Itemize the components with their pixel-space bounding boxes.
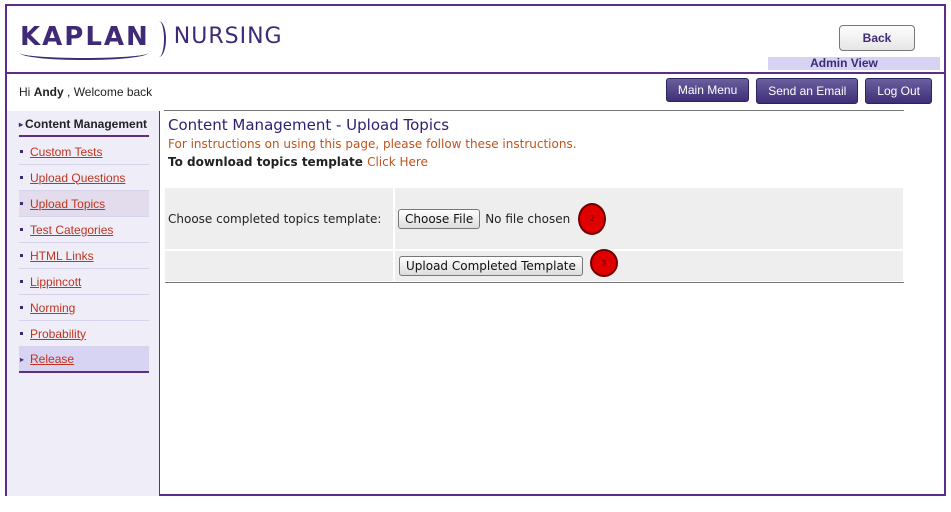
log-out-button[interactable]: Log Out <box>865 78 932 104</box>
logo-kaplan-text: KAPLAN <box>20 22 150 60</box>
sidebar-link-norming[interactable]: Norming <box>30 301 75 315</box>
upload-button-cell: Upload Completed Template 3 <box>395 249 903 281</box>
kaplan-nursing-logo: KAPLAN NURSING <box>20 16 283 62</box>
bullet-icon <box>20 254 23 257</box>
sidebar-link-release[interactable]: Release <box>30 352 74 366</box>
bullet-icon <box>20 202 23 205</box>
header-divider <box>7 72 944 74</box>
sidebar-item-upload-topics[interactable]: Upload Topics <box>19 191 149 217</box>
bullet-icon <box>20 280 23 283</box>
send-email-button[interactable]: Send an Email <box>756 78 859 104</box>
sidebar-link-custom-tests[interactable]: Custom Tests <box>30 145 102 159</box>
annotation-marker: 3 <box>589 249 618 277</box>
logo-swoosh <box>20 46 148 60</box>
sidebar-item-lippincott[interactable]: Lippincott <box>19 269 149 295</box>
choose-template-label: Choose completed topics template: <box>165 188 393 249</box>
file-input-cell: Choose File No file chosen 2 <box>395 188 903 249</box>
file-status-text: No file chosen <box>485 211 571 226</box>
sidebar-item-html-links[interactable]: HTML Links <box>19 243 149 269</box>
sidebar-link-upload-questions[interactable]: Upload Questions <box>30 171 125 185</box>
sidebar-link-lippincott[interactable]: Lippincott <box>30 275 81 289</box>
sidebar-link-html-links[interactable]: HTML Links <box>30 249 94 263</box>
sidebar-item-custom-tests[interactable]: Custom Tests <box>19 139 149 165</box>
download-template-line: To download topics template Click Here <box>168 155 428 169</box>
sidebar-link-test-categories[interactable]: Test Categories <box>30 223 113 237</box>
chevron-right-icon: ▸ <box>19 119 24 129</box>
download-label: To download topics template <box>168 155 363 169</box>
empty-cell <box>165 251 393 281</box>
bullet-icon <box>20 150 23 153</box>
content-divider-bottom <box>165 282 904 283</box>
chevron-right-icon: ▸ <box>20 354 25 364</box>
back-button[interactable]: Back <box>839 25 915 51</box>
bullet-icon <box>20 176 23 179</box>
download-link[interactable]: Click Here <box>367 155 428 169</box>
sidebar-heading[interactable]: ▸ Content Management <box>19 113 149 137</box>
sidebar-item-probability[interactable]: Probability <box>19 321 149 347</box>
choose-file-button[interactable]: Choose File <box>398 208 481 229</box>
content-divider-top <box>164 110 904 111</box>
sidebar-item-norming[interactable]: Norming <box>19 295 149 321</box>
sidebar-item-test-categories[interactable]: Test Categories <box>19 217 149 243</box>
welcome-message: Hi Andy , Welcome back <box>19 85 152 99</box>
sidebar-heading-label: Content Management <box>25 117 148 131</box>
sidebar: ▸ Content Management Custom Tests Upload… <box>7 111 160 496</box>
sidebar-list: Custom Tests Upload Questions Upload Top… <box>19 139 149 373</box>
sidebar-item-upload-questions[interactable]: Upload Questions <box>19 165 149 191</box>
sidebar-item-release[interactable]: ▸ Release <box>19 347 149 373</box>
form-row-upload: Upload Completed Template 3 <box>165 249 903 281</box>
upload-template-button[interactable]: Upload Completed Template <box>399 256 583 276</box>
upload-form: Choose completed topics template: Choose… <box>165 188 903 281</box>
welcome-suffix: , Welcome back <box>67 85 153 99</box>
bullet-icon <box>20 228 23 231</box>
admin-view-label: Admin View <box>768 57 940 70</box>
welcome-user: Andy <box>33 85 64 99</box>
sidebar-link-probability[interactable]: Probability <box>30 327 86 341</box>
logo-nursing-text: NURSING <box>173 23 283 49</box>
main-menu-button[interactable]: Main Menu <box>665 78 750 102</box>
sidebar-link-upload-topics[interactable]: Upload Topics <box>30 197 105 211</box>
top-nav: Main Menu Send an Email Log Out <box>665 78 932 104</box>
annotation-marker: 2 <box>578 202 607 235</box>
page-title: Content Management - Upload Topics <box>168 116 450 134</box>
welcome-greeting: Hi <box>19 85 31 99</box>
logo-bracket <box>152 21 166 57</box>
app-frame: KAPLAN NURSING Back Admin View Hi Andy ,… <box>5 4 946 496</box>
form-row-choose: Choose completed topics template: Choose… <box>165 188 903 249</box>
bullet-icon <box>20 306 23 309</box>
instructions-text[interactable]: For instructions on using this page, ple… <box>168 137 577 151</box>
bullet-icon <box>20 332 23 335</box>
